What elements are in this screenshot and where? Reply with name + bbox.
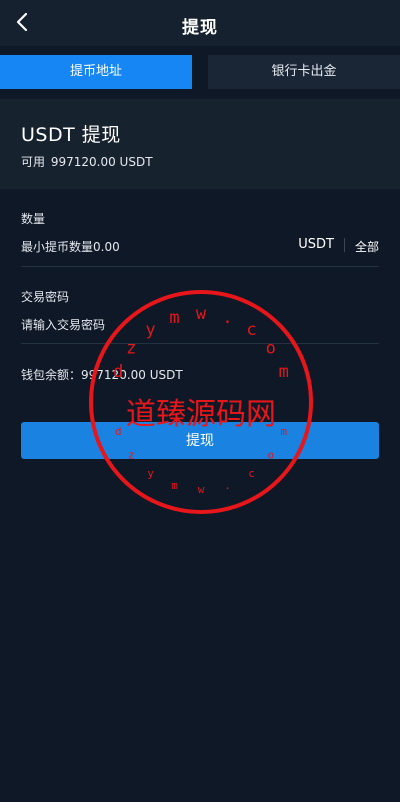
wallet-balance: 钱包余额：997120.00 USDT <box>21 366 183 383</box>
coin-title: USDT 提现 <box>21 124 121 146</box>
watermark-ring-char: z <box>126 338 136 358</box>
app-header: 提现 <box>0 0 400 46</box>
wallet-label: 钱包余额： <box>21 368 82 382</box>
watermark-ring-char: w <box>196 304 207 324</box>
page-title: 提现 <box>182 18 218 38</box>
withdraw-tabs: 提币地址 银行卡出金 <box>0 55 400 89</box>
unit-divider <box>344 238 345 252</box>
amount-unit: USDT <box>298 237 334 252</box>
watermark-ring-char: . <box>224 479 231 492</box>
password-label: 交易密码 <box>21 290 70 304</box>
tab-bank-card[interactable]: 银行卡出金 <box>208 55 400 89</box>
watermark-ring-char: c <box>248 467 255 480</box>
watermark-ring-char: m <box>169 308 179 328</box>
watermark-ring-char: m <box>171 479 178 492</box>
watermark-ring-char: . <box>222 308 232 328</box>
coin-summary-card: USDT 提现 <box>0 99 400 189</box>
watermark-ring-char: y <box>147 467 154 480</box>
watermark-ring-char: y <box>145 320 155 340</box>
watermark-stamp: 道臻源码网 dzym w .com dzym w .com <box>89 290 313 514</box>
available-label: 可用 <box>21 155 46 169</box>
watermark-ring-char: m <box>279 362 289 382</box>
available-value: 997120.00 USDT <box>50 155 153 169</box>
watermark-ring-char: w <box>198 483 205 496</box>
wallet-value: 997120.00 USDT <box>81 368 183 382</box>
amount-divider <box>21 266 379 267</box>
watermark-ring-char: o <box>266 338 276 358</box>
amount-input[interactable]: 最小提币数量0.00 <box>21 238 120 255</box>
password-input[interactable]: 请输入交易密码 <box>21 316 105 333</box>
available-balance: 可用 997120.00 USDT <box>21 153 155 170</box>
withdraw-submit-button[interactable]: 提现 <box>21 422 379 459</box>
all-button[interactable]: 全部 <box>355 238 379 255</box>
watermark-ring-char: c <box>246 320 256 340</box>
amount-label: 数量 <box>21 212 46 226</box>
tab-coin-address[interactable]: 提币地址 <box>0 55 192 89</box>
password-divider <box>21 343 379 344</box>
